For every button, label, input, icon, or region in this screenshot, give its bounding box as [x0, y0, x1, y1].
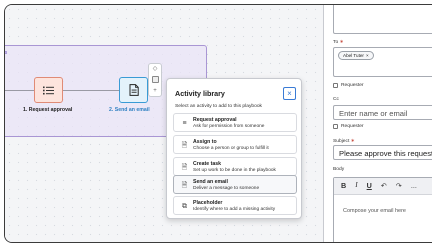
connector-line [63, 90, 119, 91]
italic-button[interactable]: I [355, 182, 357, 189]
popover-title: Activity library [175, 89, 225, 98]
request-approval-node[interactable] [34, 77, 63, 103]
undo-icon[interactable]: ↶ [381, 182, 387, 189]
connector-line [5, 90, 34, 91]
subject-label: Subject ∗ [333, 139, 355, 144]
activity-create-task[interactable]: 🗎 Create task Set up work to be done in … [173, 157, 297, 176]
plus-icon[interactable]: + [153, 88, 157, 94]
send-email-node[interactable] [119, 77, 148, 103]
playbook-canvas[interactable]: ps 1. Request approval 2. Send an email … [4, 5, 323, 242]
stage-label: ps [4, 50, 8, 56]
checkbox[interactable] [333, 124, 338, 129]
checkbox-label: Requester [341, 83, 364, 88]
activity-title: Assign to [193, 139, 217, 145]
activity-description: Choose a person or group to fulfill it [193, 146, 269, 151]
square-icon[interactable] [151, 76, 159, 84]
body-editor[interactable]: B I U ↶ ↷ ... Compose your email here [333, 177, 432, 242]
popover-subtitle: Select an activity to add to this playbo… [175, 104, 262, 109]
activity-description: Identify where to add a missing activity [193, 207, 276, 212]
puzzle-icon: ⧉ [182, 202, 187, 210]
requester-checkbox-cc[interactable]: Requester [333, 124, 364, 129]
app-frame: ps 1. Request approval 2. Send an email … [4, 4, 432, 243]
required-mark: ∗ [350, 139, 355, 144]
document-icon: 🗎 [181, 163, 188, 171]
chip-remove-icon[interactable]: × [366, 53, 369, 58]
activity-library-popover: Activity library × Select an activity to… [166, 78, 302, 219]
recipient-chip[interactable]: Abel Tuter × [338, 51, 374, 60]
document-icon: 🗎 [181, 181, 188, 189]
cc-input[interactable]: Enter name or email [333, 105, 432, 120]
cc-placeholder: Enter name or email [339, 109, 408, 118]
subject-value: Please approve this request [339, 149, 432, 158]
chip-label: Abel Tuter [343, 53, 364, 58]
top-field[interactable] [333, 5, 432, 34]
activity-placeholder[interactable]: ⧉ Placeholder Identify where to add a mi… [173, 196, 297, 215]
activity-title: Request approval [193, 117, 237, 123]
subject-input[interactable]: Please approve this request [333, 145, 432, 160]
activity-send-an-email[interactable]: 🗎 Send an email Deliver a message to som… [173, 175, 297, 194]
close-button[interactable]: × [283, 87, 296, 100]
document-icon: 🗎 [181, 141, 188, 149]
bold-button[interactable]: B [341, 182, 346, 189]
requester-checkbox-to[interactable]: Requester [333, 83, 364, 88]
node-caption: 2. Send an email [109, 107, 150, 113]
diamond-icon[interactable]: ◇ [153, 66, 158, 72]
activity-assign-to[interactable]: 🗎 Assign to Choose a person or group to … [173, 135, 297, 154]
to-label: To ∗ [333, 40, 344, 45]
close-icon: × [287, 88, 292, 98]
more-options-icon[interactable]: ... [411, 182, 417, 189]
body-label: Body [333, 167, 345, 172]
body-placeholder: Compose your email here [343, 208, 406, 214]
cc-label: Cc [333, 97, 339, 102]
checkbox-label: Requester [341, 124, 364, 129]
node-mini-toolbar: ◇ + [148, 63, 162, 97]
activity-title: Create task [193, 161, 221, 167]
to-field[interactable]: Abel Tuter × [333, 47, 432, 77]
redo-icon[interactable]: ↷ [396, 182, 402, 189]
editor-toolbar: B I U ↶ ↷ ... [334, 178, 432, 195]
list-icon: ≡ [182, 119, 187, 127]
activity-description: Ask for permission from someone [193, 124, 265, 129]
email-details-panel: To ∗ Abel Tuter × Requester Cc Enter nam… [323, 5, 432, 242]
activity-description: Deliver a message to someone [193, 186, 260, 191]
activity-title: Send an email [193, 179, 228, 185]
activity-request-approval[interactable]: ≡ Request approval Ask for permission fr… [173, 113, 297, 132]
checkbox[interactable] [333, 83, 338, 88]
node-caption: 1. Request approval [23, 107, 73, 113]
activity-description: Set up work to be done in the playbook [193, 168, 276, 173]
required-mark: ∗ [339, 40, 344, 45]
list-icon [43, 86, 54, 94]
document-icon [129, 84, 139, 96]
underline-button[interactable]: U [367, 182, 372, 189]
activity-title: Placeholder [193, 200, 223, 206]
